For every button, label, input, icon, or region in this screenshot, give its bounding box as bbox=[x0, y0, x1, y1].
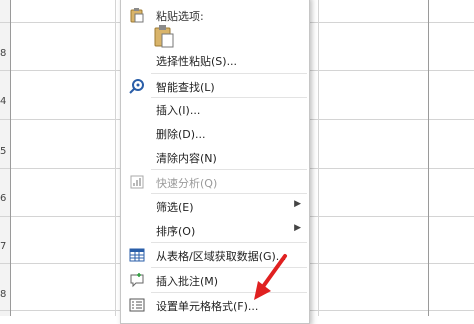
clear-contents-label: 清除内容(N) bbox=[156, 152, 217, 165]
row-number[interactable]: 6 bbox=[0, 193, 10, 204]
menu-item-filter[interactable]: 筛选(E) ▶ bbox=[121, 194, 309, 218]
filter-label: 筛选(E) bbox=[156, 201, 194, 214]
menu-item-insert[interactable]: 插入(I)... bbox=[121, 97, 309, 121]
format-cells-label: 设置单元格格式(F)... bbox=[156, 300, 259, 313]
format-cells-icon bbox=[129, 297, 145, 313]
menu-item-smart-lookup[interactable]: 智能查找(L) bbox=[121, 74, 309, 98]
quick-analysis-label: 快速分析(Q) bbox=[156, 177, 218, 190]
paste-button[interactable] bbox=[153, 24, 175, 48]
submenu-arrow-icon: ▶ bbox=[294, 223, 301, 233]
comment-icon bbox=[129, 272, 145, 288]
menu-item-paste-special[interactable]: 选择性粘贴(S)... bbox=[121, 48, 309, 72]
insert-label: 插入(I)... bbox=[156, 104, 201, 117]
grid-line bbox=[115, 0, 116, 316]
row-number[interactable]: 4 bbox=[0, 96, 10, 107]
row-number[interactable]: 8 bbox=[0, 289, 10, 300]
submenu-arrow-icon: ▶ bbox=[294, 199, 301, 209]
clipboard-icon bbox=[129, 7, 145, 23]
insert-comment-label: 插入批注(M) bbox=[156, 275, 219, 288]
grid-line bbox=[428, 0, 429, 316]
row-number[interactable]: 5 bbox=[0, 146, 10, 157]
paste-special-label: 选择性粘贴(S)... bbox=[156, 55, 238, 68]
table-icon bbox=[129, 247, 145, 263]
get-data-label: 从表格/区域获取数据(G)... bbox=[156, 250, 287, 263]
grid-line bbox=[10, 0, 11, 316]
context-menu: 粘贴选项: 选择性粘贴(S)... 智能查找(L) 插入(I)... 删除(D)… bbox=[120, 0, 310, 324]
menu-item-delete[interactable]: 删除(D)... bbox=[121, 121, 309, 145]
delete-label: 删除(D)... bbox=[156, 128, 206, 141]
grid-line bbox=[318, 0, 319, 316]
menu-item-quick-analysis[interactable]: 快速分析(Q) bbox=[121, 170, 309, 194]
smart-lookup-label: 智能查找(L) bbox=[156, 81, 215, 94]
menu-item-insert-comment[interactable]: 插入批注(M) bbox=[121, 268, 309, 292]
menu-item-get-data[interactable]: 从表格/区域获取数据(G)... bbox=[121, 243, 309, 267]
row-number[interactable]: 8 bbox=[0, 48, 10, 59]
menu-item-format-cells[interactable]: 设置单元格格式(F)... bbox=[121, 293, 309, 317]
paste-options-label: 粘贴选项: bbox=[156, 10, 204, 23]
paste-options-header: 粘贴选项: bbox=[121, 3, 309, 27]
row-number[interactable]: 7 bbox=[0, 241, 10, 252]
search-icon bbox=[129, 78, 145, 94]
menu-item-clear-contents[interactable]: 清除内容(N) bbox=[121, 145, 309, 169]
sort-label: 排序(O) bbox=[156, 225, 196, 238]
quick-analysis-icon bbox=[129, 174, 145, 190]
menu-item-sort[interactable]: 排序(O) ▶ bbox=[121, 218, 309, 242]
